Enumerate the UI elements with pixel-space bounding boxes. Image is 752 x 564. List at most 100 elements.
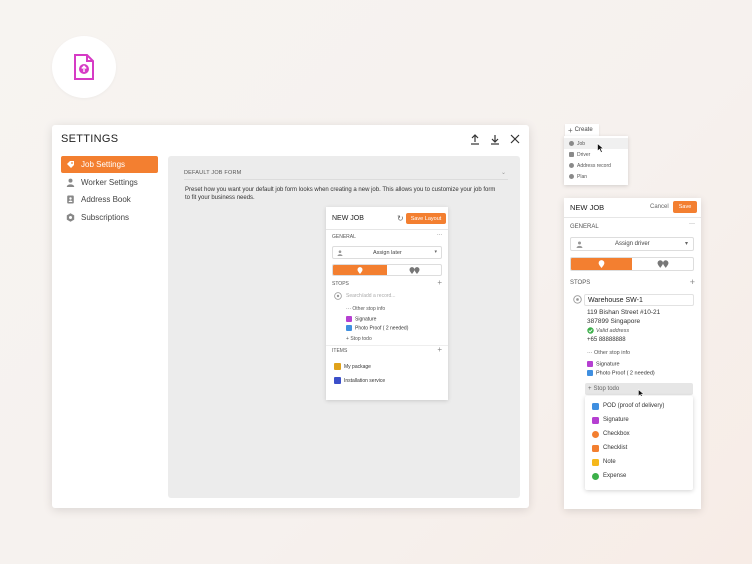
stop-search-input[interactable]: Search/add a record... <box>332 291 442 302</box>
multi-pin-option[interactable] <box>632 258 693 270</box>
signature-todo[interactable]: Signature <box>346 316 376 322</box>
address-line2: 387899 Singapore <box>587 318 641 325</box>
address-line1: 119 Bishan Street #10-21 <box>587 309 661 316</box>
preview-title: NEW JOB <box>332 215 364 222</box>
more-icon[interactable]: ··· <box>437 232 442 238</box>
pin-icon <box>598 260 605 268</box>
menu-item-label: Plan <box>577 173 588 180</box>
search-placeholder: Search/add a record... <box>346 293 396 299</box>
job-icon <box>569 141 574 146</box>
stop-todo-button[interactable]: + Stop todo <box>346 336 372 342</box>
menu-item-label: Driver <box>577 151 591 158</box>
sidebar-item-label: Address Book <box>81 195 131 204</box>
items-label: ITEMS <box>332 348 348 354</box>
plan-icon <box>569 174 574 179</box>
signature-label: Signature <box>355 316 377 323</box>
save-button[interactable]: Save <box>673 201 697 213</box>
todo-option-label: POD (proof of delivery) <box>603 403 665 409</box>
photo-proof-todo[interactable]: Photo Proof ( 2 needed) <box>346 325 408 331</box>
item-label: Installation service <box>344 377 386 384</box>
create-label: Create <box>574 127 593 133</box>
sidebar-item-job-settings[interactable]: Job Settings <box>61 156 158 173</box>
single-pin-option[interactable] <box>571 258 632 270</box>
upload-icon[interactable] <box>469 132 481 146</box>
add-item-icon[interactable]: + <box>437 345 442 354</box>
chevron-down-icon[interactable]: ⌄ <box>501 169 506 176</box>
multi-pin-option[interactable] <box>387 265 441 275</box>
todo-option-checklist[interactable]: Checklist <box>585 441 693 455</box>
other-stop-info: ··· Other stop info <box>587 350 631 356</box>
photo-proof-label: Photo Proof ( 2 needed) <box>596 370 655 377</box>
signature-todo[interactable]: Signature <box>587 361 620 367</box>
person-icon <box>337 250 343 256</box>
todo-option-label: Checklist <box>603 445 628 451</box>
multi-pin-icon <box>657 260 668 268</box>
stop-address-field[interactable]: Warehouse SW-1 <box>584 294 694 306</box>
todo-option-checkbox[interactable]: Checkbox <box>585 427 693 441</box>
todo-option-note[interactable]: Note <box>585 455 693 469</box>
create-button[interactable]: + Create <box>565 124 599 136</box>
location-icon <box>569 163 574 168</box>
section-description: Preset how you want your default job for… <box>185 187 496 201</box>
sidebar-item-label: Subscriptions <box>81 212 130 222</box>
photo-icon <box>346 325 352 331</box>
assign-driver-select[interactable]: Assign driver ▾ <box>570 237 694 251</box>
stop-mode-toggle[interactable] <box>570 257 694 271</box>
menu-item-label: Address record <box>577 162 611 169</box>
single-pin-option[interactable] <box>333 265 387 275</box>
valid-address-status: Valid address <box>587 327 629 334</box>
item-my-package[interactable]: My package <box>334 363 371 370</box>
settings-window: SETTINGS Job Settings Worker Settings Ad… <box>52 125 529 508</box>
person-icon <box>66 178 75 187</box>
assign-driver-label: Assign driver <box>615 241 650 247</box>
caret-down-icon: ▾ <box>684 241 688 247</box>
item-installation-service[interactable]: Installation service <box>334 377 385 384</box>
create-menu-job[interactable]: Job <box>564 138 628 149</box>
new-job-title: NEW JOB <box>570 203 605 212</box>
create-menu-address-record[interactable]: Address record <box>564 160 628 171</box>
todo-option-pod[interactable]: POD (proof of delivery) <box>585 399 693 413</box>
person-icon <box>576 241 583 248</box>
plus-icon: + <box>588 386 592 392</box>
gear-tag-icon <box>66 160 75 169</box>
photo-icon <box>587 370 593 376</box>
other-stop-info-label: Other stop info <box>594 350 631 356</box>
stop-name: Warehouse SW-1 <box>588 297 643 304</box>
note-icon <box>592 458 599 466</box>
assign-select[interactable]: Assign later ▾ <box>332 246 442 259</box>
todo-option-label: Signature <box>603 417 629 423</box>
refresh-icon[interactable]: ↻ <box>397 214 404 223</box>
cancel-button[interactable]: Cancel <box>650 204 669 210</box>
new-job-panel: NEW JOB Cancel Save GENERAL ··· Assign d… <box>564 198 701 509</box>
photo-proof-todo[interactable]: Photo Proof ( 2 needed) <box>587 370 655 376</box>
file-upload-icon <box>74 54 94 80</box>
download-icon[interactable] <box>489 132 501 146</box>
add-stop-icon[interactable]: + <box>437 278 442 287</box>
sidebar-item-subscriptions[interactable]: Subscriptions <box>61 209 158 226</box>
save-layout-button[interactable]: Save Layout <box>406 213 446 224</box>
todo-option-expense[interactable]: Expense <box>585 469 693 483</box>
job-settings-content: DEFAULT JOB FORM ⌄ Preset how you want y… <box>168 156 520 498</box>
photo-icon <box>592 402 599 410</box>
valid-address-label: Valid address <box>596 327 630 334</box>
checklist-icon <box>592 444 599 452</box>
create-menu-driver[interactable]: Driver <box>564 149 628 160</box>
todo-option-signature[interactable]: Signature <box>585 413 693 427</box>
app-badge <box>52 36 116 98</box>
todo-option-label: Note <box>603 459 616 465</box>
phone-number: +65 88888888 <box>587 337 626 343</box>
more-icon[interactable]: ··· <box>689 221 695 227</box>
badge-icon <box>66 212 75 222</box>
stop-todo-label: Stop todo <box>593 386 620 392</box>
plus-icon: + <box>568 125 573 135</box>
close-icon[interactable] <box>509 132 521 146</box>
signature-icon <box>346 316 352 322</box>
sidebar-item-label: Worker Settings <box>81 177 138 187</box>
divider <box>184 179 508 180</box>
add-stop-icon[interactable]: + <box>690 277 695 287</box>
sidebar-item-worker-settings[interactable]: Worker Settings <box>61 174 158 191</box>
sidebar-item-address-book[interactable]: Address Book <box>61 191 158 208</box>
stop-mode-toggle[interactable] <box>332 264 442 276</box>
create-menu-plan[interactable]: Plan <box>564 171 628 182</box>
other-stop-info: ··· Other stop info <box>346 306 386 312</box>
